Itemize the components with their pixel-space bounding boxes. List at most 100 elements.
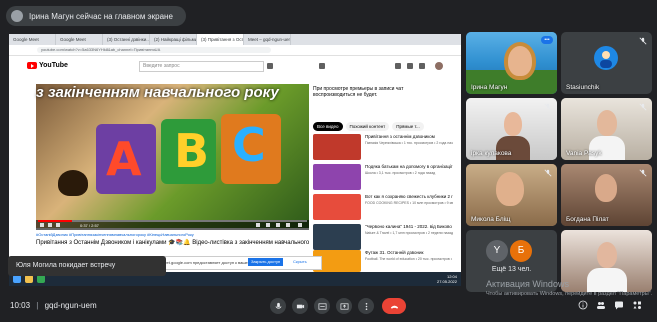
windows-start-icon <box>13 275 21 283</box>
more-avatar-y: Y <box>486 240 508 262</box>
mic-icon <box>275 302 281 309</box>
browser-tab: (3) Останні дзвінки... <box>103 34 150 45</box>
captions-button[interactable] <box>314 298 330 314</box>
participant-name: Ірина Магун <box>471 84 508 91</box>
meeting-time: 10:03 <box>10 301 31 310</box>
meeting-info: 10:03 | gqd-ngun-uem <box>10 301 97 310</box>
chat-icon[interactable] <box>614 300 624 310</box>
participant-name: Микола Бліщ <box>471 216 511 223</box>
participant-tile[interactable]: Микола Бліщ <box>466 164 557 226</box>
recommendation-title: Футаж 31. Останній дзвоник <box>365 250 424 255</box>
more-vert-icon <box>365 302 367 310</box>
chrome-icon <box>37 275 45 283</box>
next-icon <box>48 223 52 227</box>
end-call-button[interactable] <box>382 298 406 314</box>
recommendation-thumbnail <box>313 134 361 160</box>
mic-off-icon <box>639 37 647 45</box>
create-icon <box>395 63 401 69</box>
recommendation-meta: FOOD COOKING RECIPES • 10 млн просмотров… <box>365 201 453 205</box>
windows-activation-text: Чтобы активировать Windows, перейдите в … <box>486 291 653 297</box>
separator: | <box>36 301 39 310</box>
mic-off-icon <box>639 169 647 177</box>
participant-face <box>597 110 617 136</box>
recommendation-item: Вот как я сохраняю свежесть клубники 2 г… <box>313 194 453 220</box>
recommendation-title: "Червоно калина" 1941 - 2022. від Биково… <box>365 224 453 229</box>
letter-a-picture: A <box>106 132 142 186</box>
recommendation-item: Привітання з останнім дзвоником Гімназія… <box>313 134 453 160</box>
participant-tile[interactable] <box>561 230 652 292</box>
meeting-code: gqd-ngun-uem <box>44 301 97 310</box>
taskbar-date: 27.05.2022 <box>436 279 457 284</box>
youtube-search-input: Введите запрос <box>139 61 264 72</box>
volume-icon <box>56 223 60 227</box>
recommendation-meta: Nature & Travel • 1,7 млн просмотров • 2… <box>365 231 453 235</box>
stop-sharing-button[interactable]: Закрыть доступ <box>248 258 284 266</box>
participant-tile[interactable]: Stasiunchik <box>561 32 652 94</box>
participant-name: ірка кулакова <box>471 150 512 157</box>
participant-tile[interactable]: ірка кулакова <box>466 98 557 160</box>
participant-body <box>587 268 627 292</box>
recommendation-meta: Школа • 3,1 тыс. просмотров • 2 года наз… <box>365 171 436 175</box>
youtube-logo: YouTube <box>27 62 68 69</box>
recommendation-thumbnail <box>313 194 361 220</box>
recommendation-thumbnail <box>313 164 361 190</box>
recommendation-title: Привітання з останнім дзвоником <box>365 134 435 139</box>
recommendation-item: Подяка батькам на допомогу в організації… <box>313 164 453 190</box>
search-icon <box>267 63 273 69</box>
presenter-avatar <box>11 10 23 22</box>
play-icon <box>40 223 44 227</box>
info-icon[interactable] <box>578 300 588 310</box>
more-avatar-b: Б <box>510 240 532 262</box>
camera-button[interactable] <box>292 298 308 314</box>
recommendation-title: Вот как я сохраняю свежесть клубники 2 г… <box>365 194 453 199</box>
miniplayer-icon <box>266 223 270 227</box>
letter-c-picture: C <box>232 118 266 172</box>
participant-tile[interactable]: Vania Pasyk <box>561 98 652 160</box>
filter-chips: Все видео Похожий контент Прямые т... <box>313 122 424 131</box>
cast-icon <box>286 223 290 227</box>
participant-face <box>504 112 522 136</box>
taskbar-clock: 12:04 27.05.2022 <box>437 274 457 284</box>
recommendation-title: Подяка батькам на допомогу в організації… <box>365 164 453 169</box>
more-participants-count: Ещё 13 чел. <box>491 266 532 273</box>
recommendation-item: Футаж 31. Останній дзвоник Football. The… <box>313 250 453 272</box>
letter-b-picture: B <box>174 124 210 178</box>
mic-button[interactable] <box>270 298 286 314</box>
windows-activation-title: Активация Windows <box>486 279 569 289</box>
participant-name: Богдана Пілат <box>566 216 609 223</box>
video-info: #ОстанійДзвоник #Привітаннязакінченнямна… <box>36 232 316 246</box>
video-overlay-title: з закінченням навчального року <box>36 84 279 101</box>
video-title: Привітання з Останнім Дзвоником і каніку… <box>36 240 310 246</box>
people-icon[interactable] <box>596 300 606 310</box>
captions-icon <box>318 302 326 310</box>
presenter-banner: Ірина Магун сейчас на главном экране <box>6 6 186 26</box>
mic-off-icon <box>544 103 552 111</box>
browser-tab: Google Meet <box>9 34 56 45</box>
participant-face <box>496 172 524 206</box>
video-controls: 0:37 / 2:57 <box>36 220 309 230</box>
more-options-button[interactable] <box>358 298 374 314</box>
participant-tile[interactable]: ••• Ірина Магун <box>466 32 557 94</box>
mic-off-icon <box>544 169 552 177</box>
explorer-icon <box>25 275 33 283</box>
settings-icon <box>256 223 260 227</box>
url-text: youtube.com/watch?v=5a633N6YHk8&ab_chann… <box>37 47 271 53</box>
youtube-header: YouTube Введите запрос <box>9 56 461 76</box>
recommendation-meta: Гімназія Черняхівська • 1 тис. просмотро… <box>365 141 453 145</box>
participant-face <box>595 174 617 202</box>
chat-note: При просмотре премьеры в записи чат восп… <box>313 86 404 98</box>
video-time: 0:37 / 2:57 <box>80 223 99 228</box>
activities-icon[interactable] <box>632 300 642 310</box>
address-bar: youtube.com/watch?v=5a633N6YHk8&ab_chann… <box>9 45 461 56</box>
browser-tab: (2) Найкращі фільми... <box>150 34 197 45</box>
hide-notification-button[interactable]: Скрыть <box>290 258 310 266</box>
presenter-banner-text: Ірина Магун сейчас на главном экране <box>29 11 173 21</box>
butterfly-picture <box>58 170 88 196</box>
chip-live: Прямые т... <box>392 122 424 131</box>
bell-icon <box>419 63 425 69</box>
video-player: A B C <box>36 84 309 228</box>
present-button[interactable] <box>336 298 352 314</box>
participant-face <box>504 42 536 80</box>
chip-related: Похожий контент <box>345 122 390 131</box>
participant-tile[interactable]: Богдана Пілат <box>561 164 652 226</box>
